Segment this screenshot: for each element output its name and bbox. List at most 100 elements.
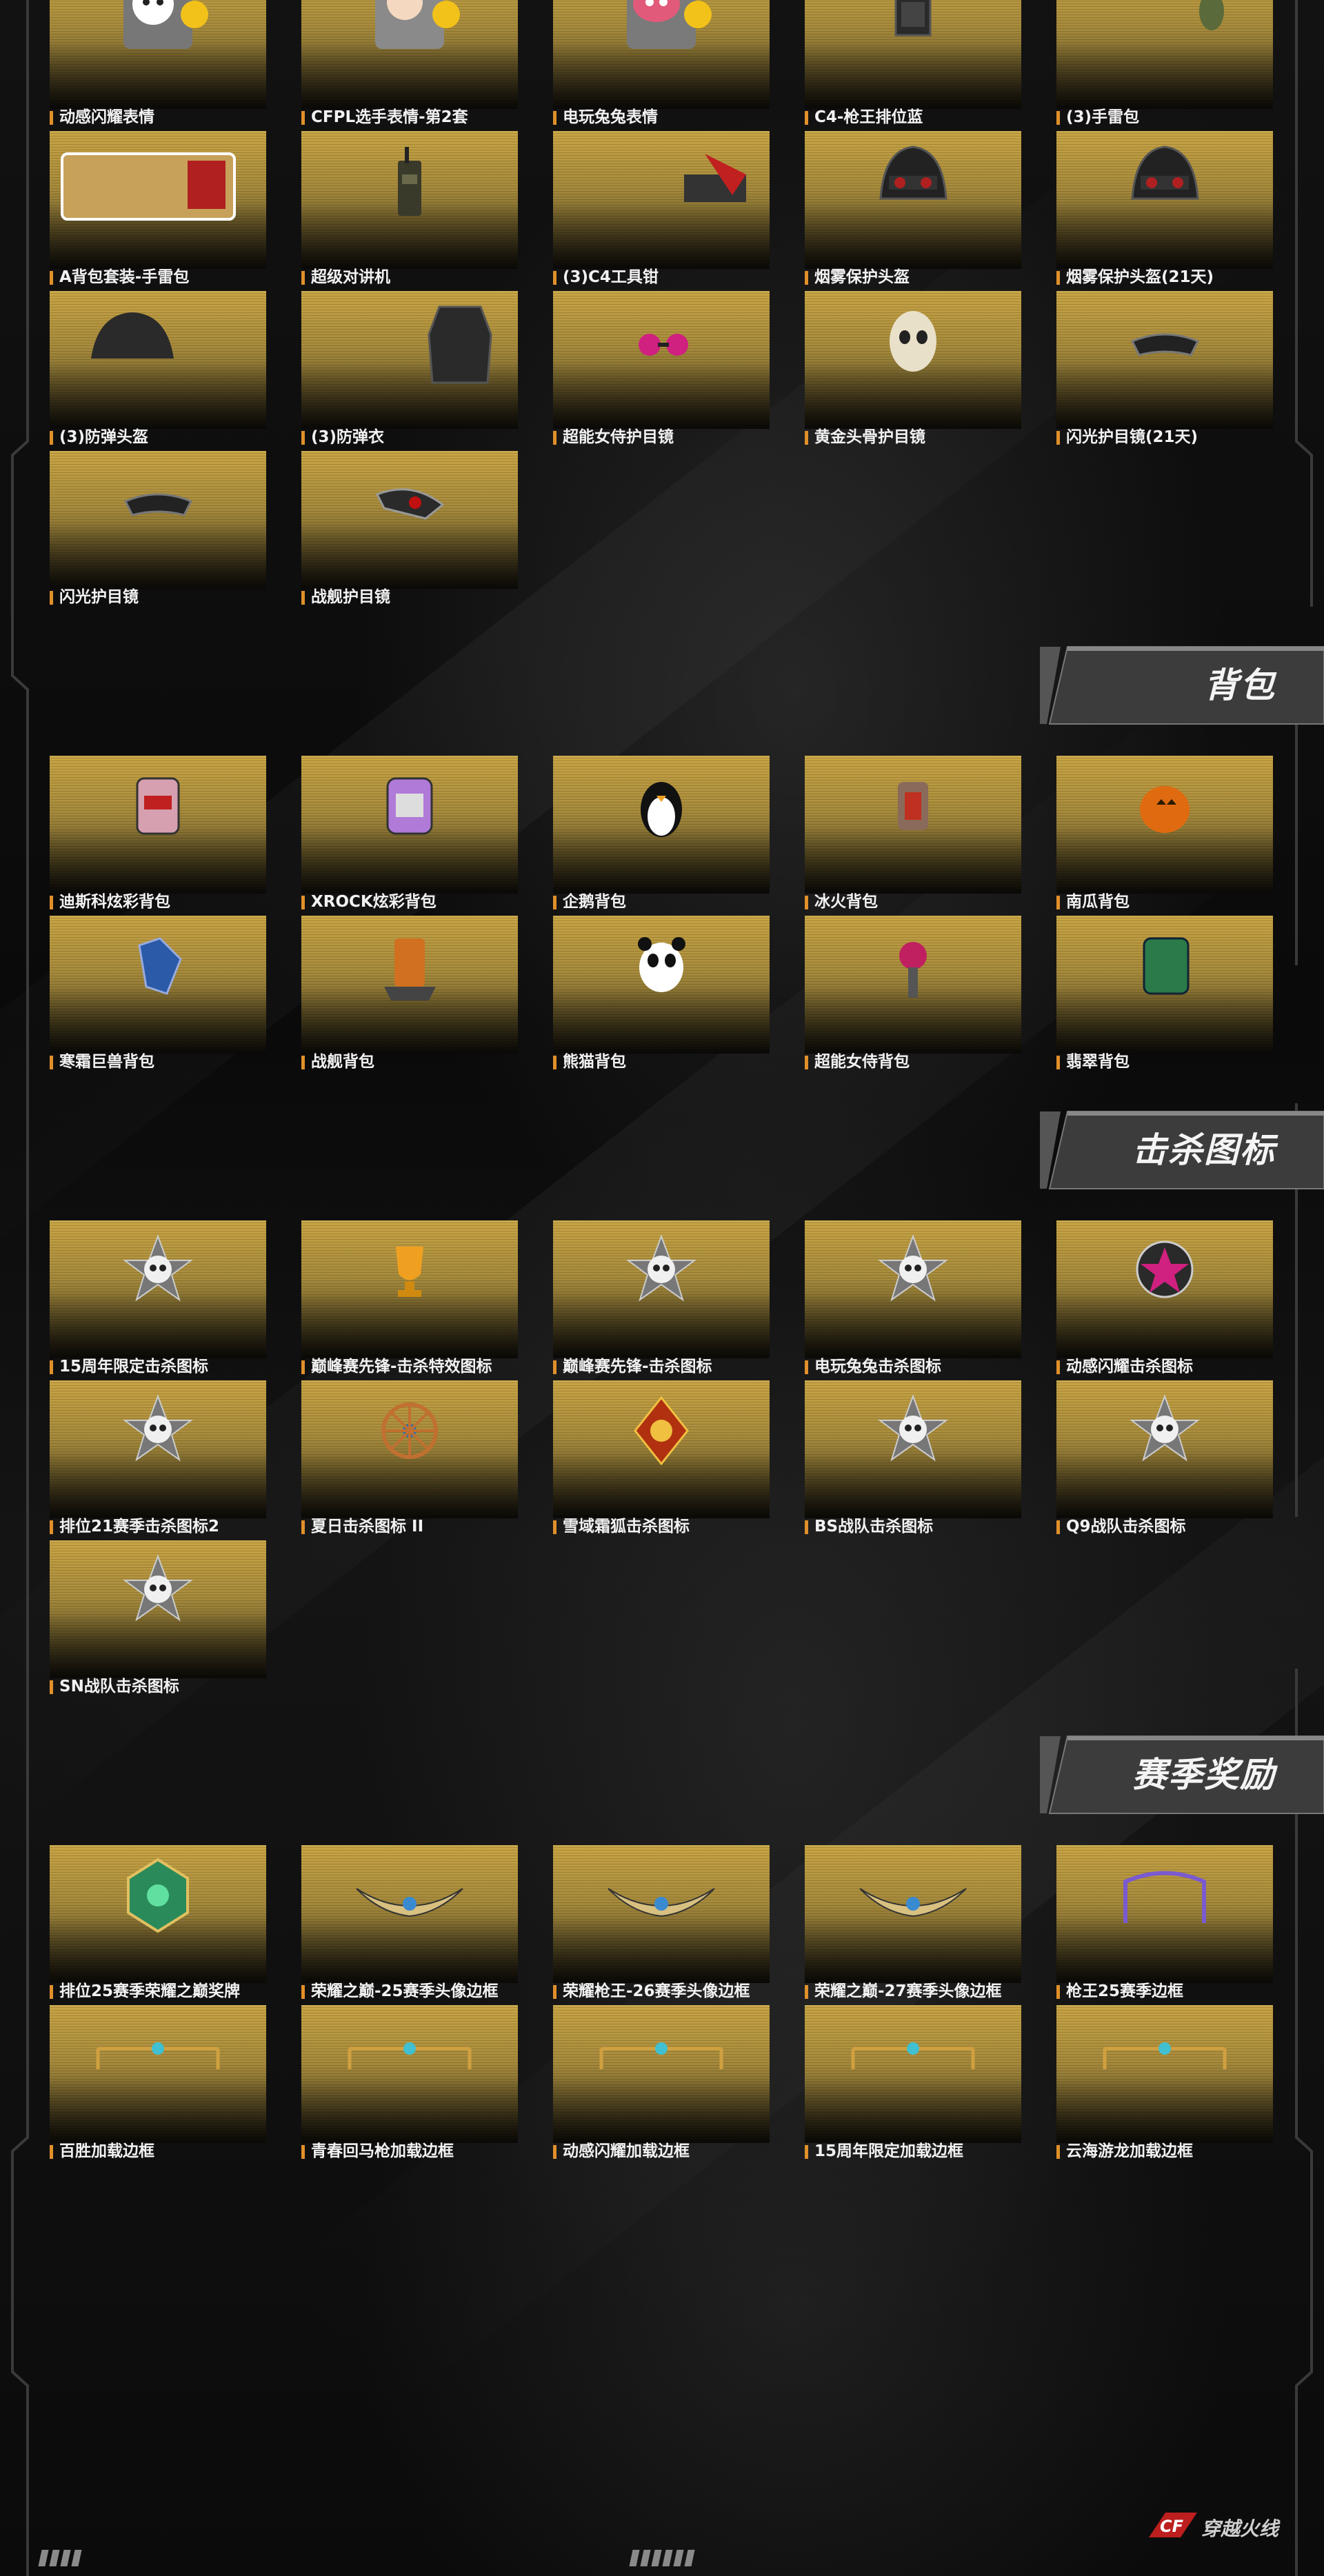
reward-item[interactable]: 电玩兔兔表情: [553, 0, 770, 131]
reward-item[interactable]: 翡翠背包: [1056, 916, 1273, 1076]
reward-card: [1056, 916, 1273, 1054]
kill-skull-icon: [805, 1382, 1021, 1486]
reward-item[interactable]: 闪光护目镜(21天): [1056, 291, 1273, 451]
reward-card: [50, 131, 266, 269]
reward-card: [805, 916, 1021, 1054]
kill-skull-icon: [1056, 1382, 1273, 1486]
reward-card: [301, 916, 518, 1054]
reward-item[interactable]: 动感闪耀击杀图标: [1056, 1220, 1273, 1380]
reward-card: [805, 1845, 1021, 1983]
reward-item[interactable]: 超能女侍护目镜: [553, 291, 770, 451]
reward-item[interactable]: (3)防弹衣: [301, 291, 518, 451]
reward-label: 动感闪耀表情: [50, 108, 154, 127]
reward-item[interactable]: (3)手雷包: [1056, 0, 1273, 131]
bulletproof-helmet-icon: [50, 293, 266, 396]
reward-item[interactable]: 战舰护目镜: [301, 451, 518, 611]
reward-item[interactable]: Q9战队击杀图标: [1056, 1380, 1273, 1540]
reward-item[interactable]: 排位21赛季击杀图标2: [50, 1380, 266, 1540]
kill-skull-icon: [553, 1222, 770, 1326]
reward-card: [553, 1220, 770, 1358]
frost-beast-backpack-icon: [50, 918, 266, 1021]
smoke-helmet-icon: [1056, 133, 1273, 237]
reward-label: 黄金头骨护目镜: [805, 427, 925, 447]
reward-item[interactable]: 动感闪耀表情: [50, 0, 266, 131]
section-title: 赛季奖励: [1132, 1755, 1276, 1795]
reward-item[interactable]: 烟雾保护头盔(21天): [1056, 131, 1273, 291]
reward-label: 青春回马枪加载边框: [301, 2142, 454, 2161]
reward-item[interactable]: CFPL选手表情-第2套: [301, 0, 518, 131]
reward-item[interactable]: 云海游龙加载边框: [1056, 2005, 1273, 2165]
reward-item[interactable]: 荣耀之巅-25赛季头像边框: [301, 1845, 518, 2005]
cf-logo-icon: CF: [1149, 2513, 1197, 2537]
reward-item[interactable]: 巅峰赛先锋-击杀特效图标: [301, 1220, 518, 1380]
reward-item[interactable]: 超级对讲机: [301, 131, 518, 291]
reward-item[interactable]: 15周年限定击杀图标: [50, 1220, 266, 1380]
reward-item[interactable]: 百胜加载边框: [50, 2005, 266, 2165]
reward-item[interactable]: 15周年限定加载边框: [805, 2005, 1021, 2165]
smoke-helmet-icon: [805, 133, 1021, 237]
reward-item[interactable]: 荣耀枪王-26赛季头像边框: [553, 1845, 770, 2005]
avatar-frame-icon: [553, 1847, 770, 1951]
reward-label: 百胜加载边框: [50, 2142, 154, 2161]
reward-card: [805, 291, 1021, 429]
reward-item[interactable]: 冰火背包: [805, 756, 1021, 916]
reward-item[interactable]: 烟雾保护头盔: [805, 131, 1021, 291]
reward-label: 电玩兔兔表情: [553, 108, 658, 127]
reward-card: [553, 2005, 770, 2143]
reward-item[interactable]: A背包套装-手雷包: [50, 131, 266, 291]
reward-item[interactable]: 迪斯科炫彩背包: [50, 756, 266, 916]
reward-item[interactable]: 超能女侍背包: [805, 916, 1021, 1076]
reward-item[interactable]: 寒霜巨兽背包: [50, 916, 266, 1076]
bulletproof-vest-icon: [301, 293, 518, 396]
reward-item[interactable]: 枪王25赛季边框: [1056, 1845, 1273, 2005]
section-banner: 赛季奖励: [1026, 1733, 1324, 1816]
reward-card: [301, 291, 518, 429]
reward-item[interactable]: SN战队击杀图标: [50, 1540, 266, 1700]
fox-badge-icon: [553, 1382, 770, 1486]
reward-item[interactable]: 巅峰赛先锋-击杀图标: [553, 1220, 770, 1380]
reward-item[interactable]: XROCK炫彩背包: [301, 756, 518, 916]
reward-item[interactable]: BS战队击杀图标: [805, 1380, 1021, 1540]
flash-goggles-icon: [1056, 293, 1273, 396]
loading-frame-icon: [805, 2007, 1021, 2111]
reward-label: 电玩兔兔击杀图标: [805, 1357, 941, 1376]
reward-label: 闪光护目镜: [50, 587, 139, 607]
reward-item[interactable]: (3)C4工具钳: [553, 131, 770, 291]
reward-item[interactable]: 战舰背包: [301, 916, 518, 1076]
reward-item[interactable]: (3)防弹头盔: [50, 291, 266, 451]
reward-label: 冰火背包: [805, 892, 878, 912]
section-banner: 背包: [1026, 644, 1324, 727]
reward-label: 枪王25赛季边框: [1056, 1982, 1183, 2001]
reward-label: C4-枪王排位蓝: [805, 108, 923, 127]
avatar-frame-icon: [301, 1847, 518, 1951]
reward-item[interactable]: 荣耀之巅-27赛季头像边框: [805, 1845, 1021, 2005]
reward-item[interactable]: C4-枪王排位蓝: [805, 0, 1021, 131]
reward-item[interactable]: 动感闪耀加载边框: [553, 2005, 770, 2165]
backpack-set-icon: [50, 133, 266, 237]
reward-item[interactable]: 南瓜背包: [1056, 756, 1273, 916]
reward-item[interactable]: 闪光护目镜: [50, 451, 266, 611]
reward-item[interactable]: 黄金头骨护目镜: [805, 291, 1021, 451]
loading-frame-icon: [301, 2007, 518, 2111]
loading-frame-icon: [553, 2007, 770, 2111]
reward-card: [553, 1845, 770, 1983]
bunny-emoji-icon: [553, 0, 770, 77]
reward-label: 寒霜巨兽背包: [50, 1052, 154, 1071]
reward-label: 闪光护目镜(21天): [1056, 427, 1198, 447]
reward-card: [805, 1380, 1021, 1518]
reward-item[interactable]: 夏日击杀图标 II: [301, 1380, 518, 1540]
reward-label: 熊猫背包: [553, 1052, 626, 1071]
reward-card: [805, 1220, 1021, 1358]
reward-item[interactable]: 青春回马枪加载边框: [301, 2005, 518, 2165]
reward-item[interactable]: 排位25赛季荣耀之巅奖牌: [50, 1845, 266, 2005]
reward-item[interactable]: 熊猫背包: [553, 916, 770, 1076]
pink-goggles-icon: [553, 293, 770, 396]
reward-card: [805, 756, 1021, 894]
reward-card: [50, 1540, 266, 1678]
emoji-sticker-icon: [50, 0, 266, 77]
reward-item[interactable]: 企鹅背包: [553, 756, 770, 916]
reward-item[interactable]: 雪域霜狐击杀图标: [553, 1380, 770, 1540]
reward-item[interactable]: 电玩兔兔击杀图标: [805, 1220, 1021, 1380]
reward-card: [301, 131, 518, 269]
reward-card: [1056, 1845, 1273, 1983]
